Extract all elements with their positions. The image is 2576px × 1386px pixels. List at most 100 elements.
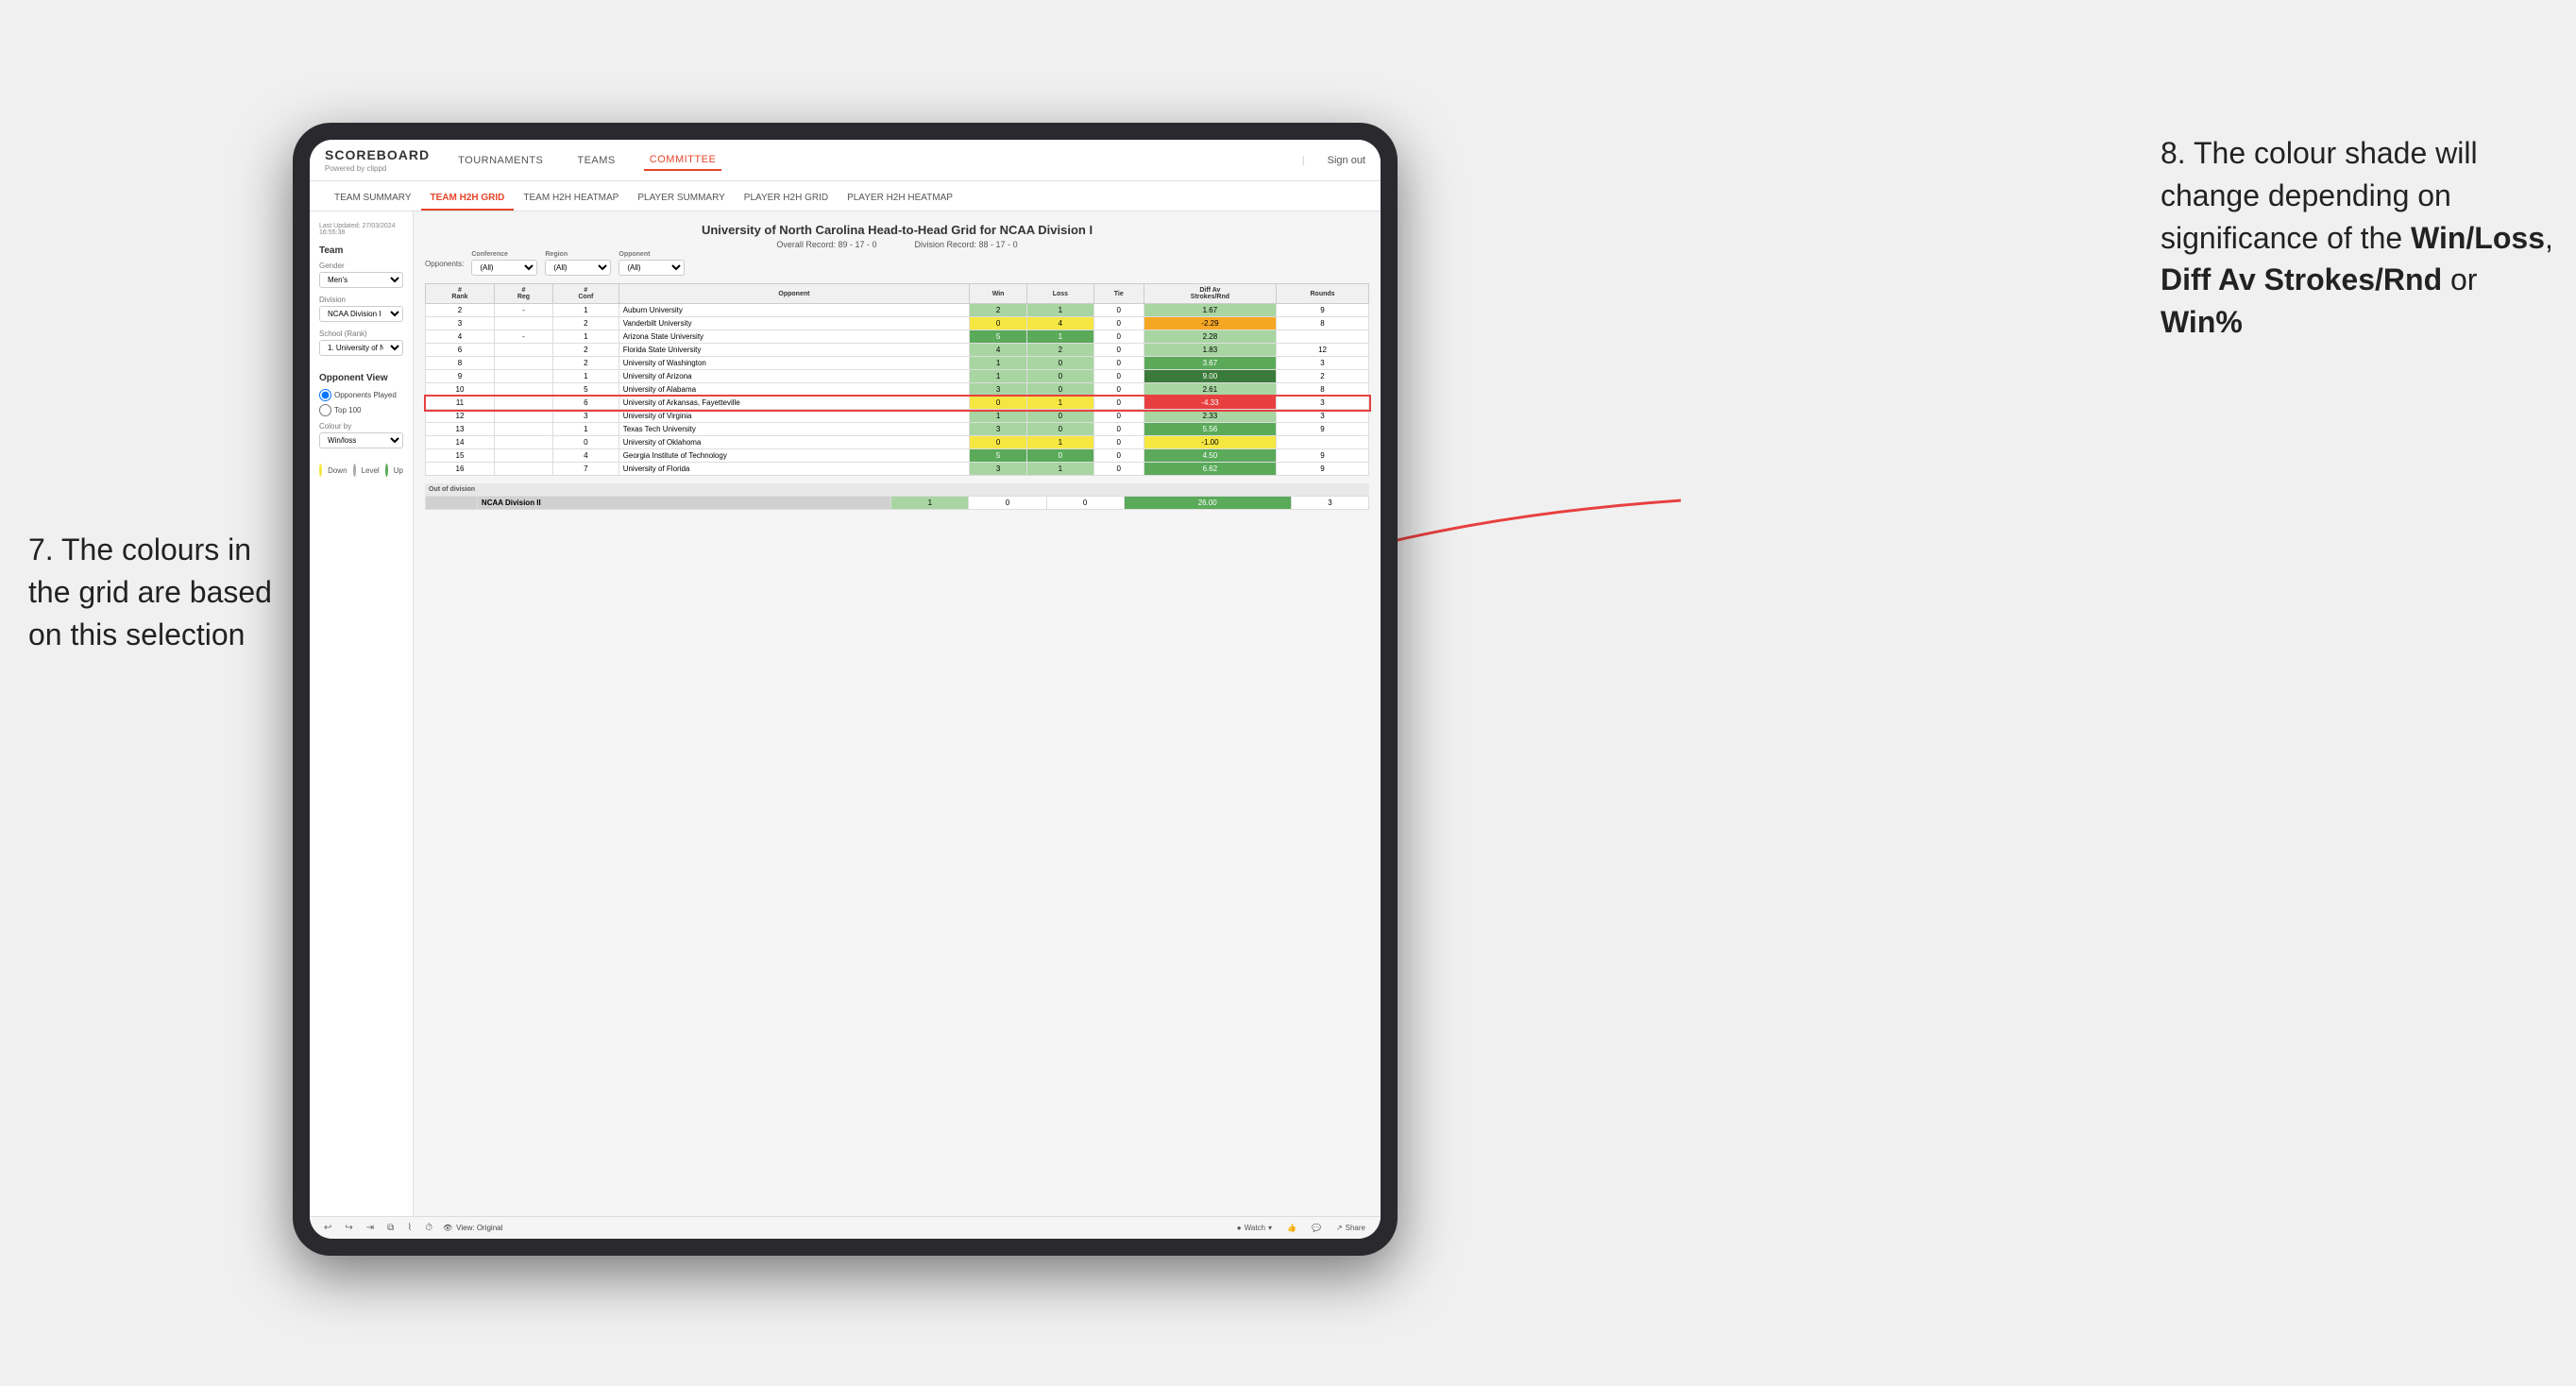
subnav-player-h2h-grid[interactable]: PLAYER H2H GRID xyxy=(735,187,838,211)
table-row: University of Washington xyxy=(619,357,969,370)
school-label: School (Rank) xyxy=(319,330,403,338)
table-row: 9.00 xyxy=(1144,370,1276,383)
grid-title: University of North Carolina Head-to-Hea… xyxy=(425,223,1369,237)
out-of-division-table: NCAA Division II 1 0 0 26.00 3 xyxy=(425,496,1369,510)
table-row: 16 xyxy=(426,463,495,476)
sub-nav: TEAM SUMMARY TEAM H2H GRID TEAM H2H HEAT… xyxy=(310,181,1381,211)
radio-top100[interactable]: Top 100 xyxy=(319,404,403,416)
region-select[interactable]: (All) xyxy=(545,260,611,276)
annotation-left: 7. The colours in the grid are based on … xyxy=(28,529,293,655)
table-row: 2 xyxy=(553,317,619,330)
left-panel: Last Updated: 27/03/2024 16:55:38 Team G… xyxy=(310,211,414,1216)
table-row: 0 xyxy=(1093,449,1144,463)
table-row: 3 xyxy=(553,410,619,423)
ood-diff: 26.00 xyxy=(1124,497,1291,510)
col-loss: Loss xyxy=(1026,284,1093,304)
table-row xyxy=(494,383,552,397)
paste-btn[interactable]: ⌇ xyxy=(404,1221,415,1235)
watch-btn[interactable]: ● Watch ▾ xyxy=(1233,1222,1276,1234)
col-tie: Tie xyxy=(1093,284,1144,304)
redo-btn[interactable]: ↪ xyxy=(342,1221,355,1235)
table-row: 0 xyxy=(1093,436,1144,449)
legend: Down Level Up xyxy=(319,464,403,477)
col-win: Win xyxy=(970,284,1027,304)
legend-down-label: Down xyxy=(328,466,347,475)
table-row: 11 xyxy=(426,397,495,410)
table-row: 8 xyxy=(1277,383,1369,397)
table-row: 0 xyxy=(1026,423,1093,436)
table-row: 9 xyxy=(1277,304,1369,317)
school-select[interactable]: 1. University of Nort... xyxy=(319,340,403,356)
table-row: 5 xyxy=(970,330,1027,344)
table-row: 0 xyxy=(1093,410,1144,423)
content-area: Last Updated: 27/03/2024 16:55:38 Team G… xyxy=(310,211,1381,1216)
table-row: 2 xyxy=(1277,370,1369,383)
table-row: 6.62 xyxy=(1144,463,1276,476)
forward-btn[interactable]: ⇥ xyxy=(364,1221,377,1235)
table-row xyxy=(494,370,552,383)
table-row: -1.00 xyxy=(1144,436,1276,449)
opponent-select[interactable]: (All) xyxy=(619,260,685,276)
nav-teams[interactable]: TEAMS xyxy=(571,151,620,170)
table-row: 0 xyxy=(1093,383,1144,397)
table-row: 5.56 xyxy=(1144,423,1276,436)
table-row: 0 xyxy=(1093,397,1144,410)
sign-out-link[interactable]: Sign out xyxy=(1328,155,1365,166)
subnav-team-h2h-grid[interactable]: TEAM H2H GRID xyxy=(421,187,515,211)
table-row: 0 xyxy=(970,397,1027,410)
table-row xyxy=(494,410,552,423)
table-row: 8 xyxy=(426,357,495,370)
ood-label: NCAA Division II xyxy=(477,497,890,510)
subnav-player-h2h-heatmap[interactable]: PLAYER H2H HEATMAP xyxy=(838,187,962,211)
table-row: 1 xyxy=(553,330,619,344)
col-reg: #Reg xyxy=(494,284,552,304)
out-of-division-label: Out of division xyxy=(425,483,1369,496)
table-row: 1 xyxy=(970,357,1027,370)
table-row: 4 xyxy=(1026,317,1093,330)
table-row: 0 xyxy=(1026,410,1093,423)
gender-select[interactable]: Men's xyxy=(319,272,403,288)
table-row xyxy=(494,463,552,476)
table-row: University of Oklahoma xyxy=(619,436,969,449)
clock-btn[interactable]: ⏱ xyxy=(422,1221,435,1235)
table-row: 0 xyxy=(1026,383,1093,397)
legend-level-dot xyxy=(353,464,356,477)
table-row: University of Florida xyxy=(619,463,969,476)
view-original[interactable]: 👁 View: Original xyxy=(443,1224,502,1232)
share-btn[interactable]: ↗ Share xyxy=(1332,1222,1369,1234)
ood-win: 1 xyxy=(891,497,969,510)
thumbs-btn[interactable]: 👍 xyxy=(1283,1222,1300,1234)
colour-by-select[interactable]: Win/loss xyxy=(319,432,403,448)
nav-committee[interactable]: COMMITTEE xyxy=(644,150,722,171)
table-row: -2.29 xyxy=(1144,317,1276,330)
tablet-screen: SCOREBOARD Powered by clippd TOURNAMENTS… xyxy=(310,140,1381,1239)
subnav-team-summary[interactable]: TEAM SUMMARY xyxy=(325,187,421,211)
col-rounds: Rounds xyxy=(1277,284,1369,304)
table-row: 6 xyxy=(426,344,495,357)
table-row: 0 xyxy=(970,436,1027,449)
table-row xyxy=(1277,330,1369,344)
subnav-player-summary[interactable]: PLAYER SUMMARY xyxy=(628,187,734,211)
table-row: 0 xyxy=(1093,423,1144,436)
annotation-left-text: 7. The colours in the grid are based on … xyxy=(28,532,272,651)
conference-select[interactable]: (All) xyxy=(471,260,537,276)
copy-btn[interactable]: ⧉ xyxy=(384,1221,397,1235)
division-select[interactable]: NCAA Division I xyxy=(319,306,403,322)
logo: SCOREBOARD Powered by clippd xyxy=(325,147,430,173)
bottom-toolbar: ↩ ↪ ⇥ ⧉ ⌇ ⏱ 👁 View: Original ● Watch ▾ 👍… xyxy=(310,1216,1381,1239)
table-row: 12 xyxy=(426,410,495,423)
table-row: 1 xyxy=(553,304,619,317)
opponent-view-title: Opponent View xyxy=(319,373,403,383)
legend-up-dot xyxy=(385,464,388,477)
nav-tournaments[interactable]: TOURNAMENTS xyxy=(452,151,549,170)
table-row xyxy=(1277,436,1369,449)
col-diff: Diff AvStrokes/Rnd xyxy=(1144,284,1276,304)
table-row: 1 xyxy=(1026,330,1093,344)
table-row: 3 xyxy=(970,463,1027,476)
subnav-team-h2h-heatmap[interactable]: TEAM H2H HEATMAP xyxy=(514,187,628,211)
col-opponent: Opponent xyxy=(619,284,969,304)
undo-btn[interactable]: ↩ xyxy=(321,1221,334,1235)
radio-opponents-played[interactable]: Opponents Played xyxy=(319,389,403,401)
table-row: 0 xyxy=(553,436,619,449)
comment-btn[interactable]: 💬 xyxy=(1308,1222,1325,1234)
